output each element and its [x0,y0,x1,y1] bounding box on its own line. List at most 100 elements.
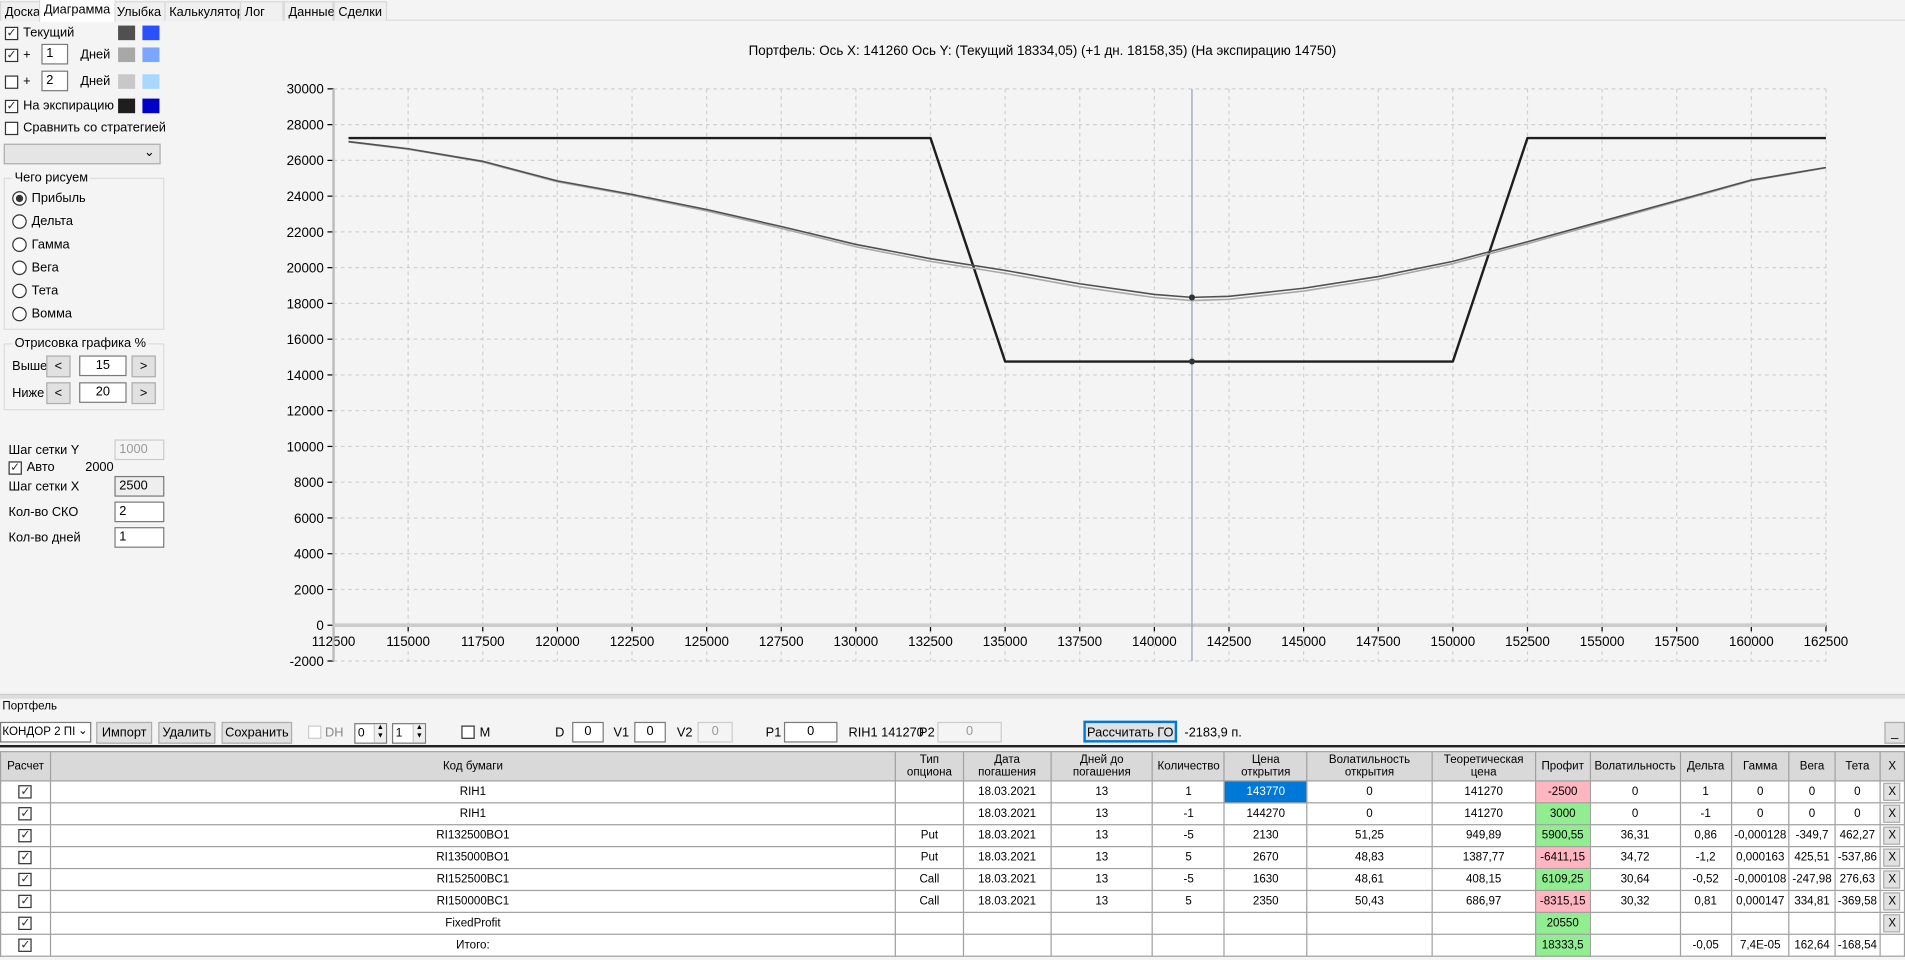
column-header[interactable]: Вега [1788,751,1836,782]
calc-checkbox-cell[interactable]: ✓ [0,911,52,935]
calc-checkbox[interactable]: ✓ [18,894,33,909]
delete-row-button[interactable]: X [1883,870,1901,889]
cell-code[interactable]: Итого: [49,933,897,957]
cell-vega[interactable]: 0 [1788,802,1836,826]
cell-days[interactable] [1050,933,1154,957]
v2-input[interactable]: 0 [697,721,733,743]
cell-code[interactable]: RIH1 [49,802,897,826]
radio-option[interactable] [12,237,27,252]
cell-delta[interactable]: -1,2 [1679,846,1732,870]
cell-theo[interactable]: 408,15 [1431,867,1536,892]
m-checkbox[interactable] [461,725,475,739]
cell-gamma[interactable]: 7,4E-05 [1730,933,1790,957]
cell-vol_open[interactable] [1306,911,1433,935]
table-row[interactable]: ✓ FixedProfit 20550 X [0,911,1905,935]
series-checkbox[interactable] [4,75,19,89]
auto-checkbox[interactable]: ✓ [8,461,22,475]
cell-type[interactable]: Call [894,889,965,913]
sko-input[interactable]: 2 [114,501,165,523]
calc-checkbox-cell[interactable]: ✓ [0,933,52,957]
series-alt-color-swatch[interactable] [142,74,160,89]
delete-row-button[interactable]: X [1883,826,1901,845]
cell-days[interactable]: 13 [1050,824,1154,848]
above-decrease-button[interactable]: < [46,355,71,378]
cell-vol_open[interactable]: 48,83 [1306,846,1433,870]
cell-vol_open[interactable]: 50,43 [1306,889,1433,913]
cell-gamma[interactable]: 0,000163 [1730,846,1790,870]
cell-date[interactable] [962,911,1052,935]
cell-vega[interactable]: -349,7 [1788,824,1836,848]
calc-checkbox-cell[interactable]: ✓ [0,780,52,804]
cell-vol_open[interactable]: 48,61 [1306,867,1433,892]
column-header[interactable]: Тип опциона [894,751,965,782]
column-header[interactable]: Цена открытия [1223,751,1308,782]
cell-theo[interactable] [1431,911,1536,935]
cell-days[interactable]: 13 [1050,802,1154,826]
cell-vol[interactable]: 0 [1589,780,1681,804]
cell-gamma[interactable]: 0 [1730,802,1790,826]
cell-theo[interactable]: 949,89 [1431,824,1536,848]
calc-checkbox-cell[interactable]: ✓ [0,824,52,848]
column-header[interactable]: Дней до погашения [1050,751,1154,782]
above-increase-button[interactable]: > [131,355,156,378]
below-increase-button[interactable]: > [131,382,156,405]
cell-qty[interactable]: -5 [1152,824,1226,848]
calc-checkbox[interactable]: ✓ [18,872,33,887]
cell-delta[interactable] [1679,911,1732,935]
series-days-input[interactable]: 2 [41,70,69,92]
cell-open[interactable]: 2130 [1223,824,1308,848]
delete-row-button[interactable]: X [1883,914,1901,933]
cell-type[interactable]: Put [894,846,965,870]
cell-code[interactable]: RI150000BC1 [49,889,897,913]
cell-open[interactable]: 143770 [1223,780,1308,804]
series-color-swatch[interactable] [118,74,136,89]
cell-delta[interactable]: 0,81 [1679,889,1732,913]
delete-row-button[interactable]: X [1883,804,1901,823]
tab-deals[interactable]: Сделки [333,1,387,21]
cell-vol[interactable]: 30,64 [1589,867,1681,892]
cell-qty[interactable] [1152,911,1226,935]
cell-profit[interactable]: -6411,15 [1534,846,1591,870]
cell-vol[interactable]: 30,32 [1589,889,1681,913]
cell-theo[interactable]: 1387,77 [1431,846,1536,870]
radio-option[interactable] [12,306,27,322]
cell-open[interactable] [1223,933,1308,957]
calc-go-button[interactable]: Рассчитать ГО [1083,720,1178,743]
calc-checkbox[interactable]: ✓ [18,807,33,821]
grid-x-input[interactable]: 2500 [114,475,165,497]
radio-option[interactable] [12,191,27,206]
cell-vol_open[interactable] [1306,933,1433,957]
column-header[interactable]: X [1879,751,1905,782]
cell-theta[interactable] [1834,911,1881,935]
cell-vega[interactable]: 0 [1788,780,1836,804]
cell-days[interactable] [1050,911,1154,935]
column-header[interactable]: Гамма [1730,751,1790,782]
splitter[interactable] [0,693,1905,699]
calc-checkbox[interactable]: ✓ [18,828,33,843]
below-decrease-button[interactable]: < [46,382,71,405]
cell-profit[interactable]: 20550 [1534,911,1591,935]
cell-vega[interactable]: 425,51 [1788,846,1836,870]
table-row[interactable]: ✓ RI132500BO1 Put 18.03.2021 13 -5 2130 51,25 94… [0,824,1905,848]
tab-data[interactable]: Данные [283,1,335,21]
cell-theo[interactable]: 141270 [1431,802,1536,826]
days-count-input[interactable]: 1 [114,527,165,548]
calc-checkbox-cell[interactable]: ✓ [0,889,52,913]
cell-date[interactable]: 18.03.2021 [962,867,1052,892]
delete-button[interactable]: Удалить [158,721,216,744]
column-header[interactable]: Профит [1534,751,1591,782]
compare-checkbox[interactable] [4,121,19,136]
dh-checkbox[interactable] [307,725,322,739]
cell-theta[interactable]: -168,54 [1834,933,1881,957]
import-button[interactable]: Импорт [96,721,153,744]
cell-vol[interactable] [1589,911,1681,935]
column-header[interactable]: Теоретическая цена [1431,751,1536,782]
column-header[interactable]: Дельта [1679,751,1732,782]
cell-theo[interactable]: 686,97 [1431,889,1536,913]
cell-qty[interactable]: 1 [1152,780,1226,804]
calc-checkbox[interactable]: ✓ [18,785,33,799]
cell-gamma[interactable] [1730,911,1790,935]
cell-qty[interactable]: -1 [1152,802,1226,826]
cell-theta[interactable]: 0 [1834,780,1881,804]
calc-checkbox-cell[interactable]: ✓ [0,802,52,826]
